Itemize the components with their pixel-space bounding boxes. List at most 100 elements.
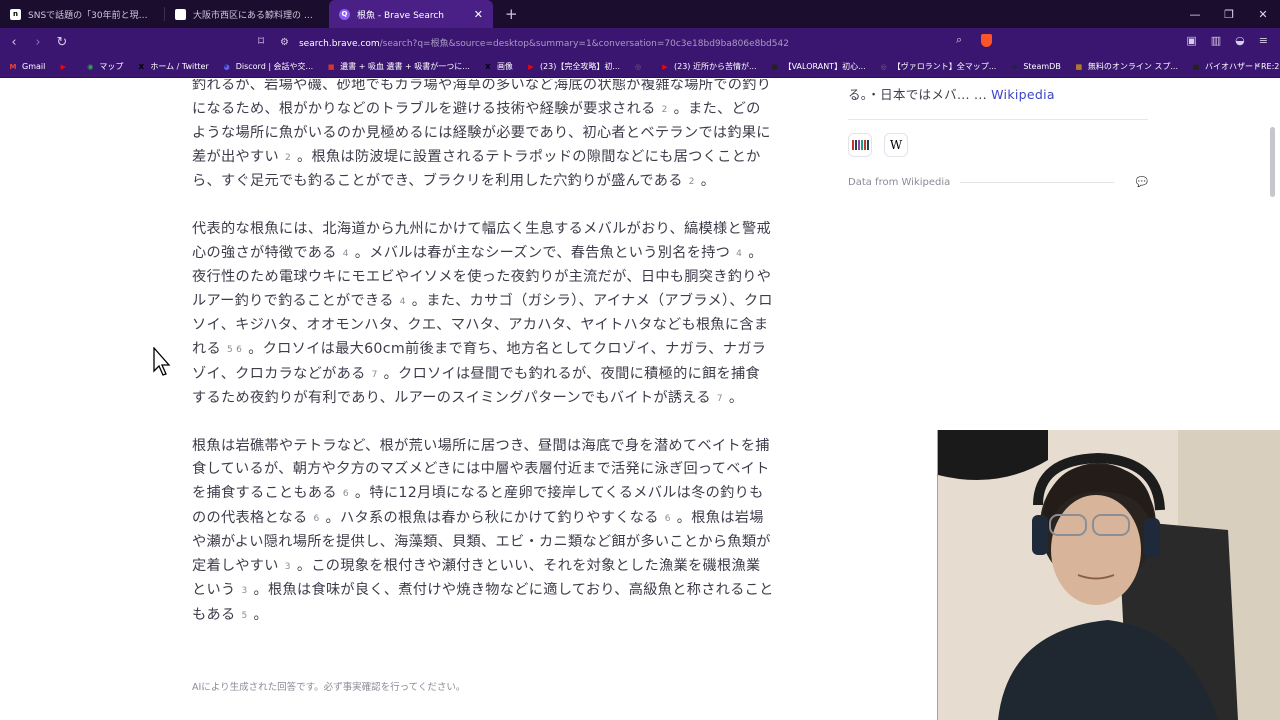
bookmark-item[interactable]: ◉ マップ [85,61,123,72]
brave-search-icon: Q [339,8,350,20]
citation-link[interactable]: 2 [689,177,695,187]
bookmark-item[interactable]: ◆ SteamDB [1009,62,1061,72]
bookmark-item[interactable]: ▶ (23)【完全攻略】初... [526,61,620,72]
address-bar[interactable]: ⚙ search.brave.com/search?q=根魚&source=de… [280,32,1000,52]
grid-icon: ▦ [1075,62,1083,71]
feedback-icon[interactable]: 💬 [1136,177,1148,188]
answer-text: 。 [728,390,744,407]
toolbar-actions: ▣ ▥ ◒ ≡ [1186,34,1268,47]
citation-link[interactable]: 6 [665,514,671,524]
reload-icon[interactable]: ↻ [52,35,72,50]
answer-text: 。ハタ系の根魚は春から秋にかけて釣りやすくなる [325,509,659,526]
youtube-icon: ▶ [528,62,534,71]
infobox-snippet: る。・日本ではメバ... ... Wikipedia [848,84,1148,103]
youtube-icon: ▶ [60,62,67,71]
answer-text: 。メバルは春が主なシーズンで、春告魚という別名を持つ [354,244,731,261]
menu-icon[interactable]: ≡ [1259,34,1268,47]
citation-link[interactable]: 7 [372,370,378,380]
url-text[interactable]: search.brave.com/search?q=根魚&source=desk… [299,36,789,49]
infobox-sidebar: る。・日本ではメバ... ... Wikipedia W Data from W… [848,79,1148,188]
bookmark-item[interactable]: X ホーム / Twitter [136,61,209,72]
ai-disclaimer: AIにより生成された回答です。必ず事実確認を行ってください。 [192,682,466,693]
sidebar-icon[interactable]: ▥ [1211,34,1221,47]
scrollbar[interactable] [1270,127,1275,197]
tab-title: 根魚 - Brave Search [357,10,445,21]
window-controls: — ❐ ✕ [1178,0,1280,28]
bookmark-item[interactable]: X 画像 [483,61,513,72]
back-icon[interactable]: ‹ [4,35,24,50]
citation-link[interactable]: 5 6 [227,345,242,355]
url-host: search.brave.com [298,38,380,49]
bookmark-label: バイオハザードRE:2 金... [1205,62,1280,71]
citation-link[interactable]: 2 [285,153,291,163]
minimize-icon[interactable]: — [1178,0,1212,28]
answer-text: 。根魚は食味が良く、煮付けや焼き物などに適しており、高級魚と称されることもある [192,582,774,623]
divider [848,119,1148,120]
bookmark-item[interactable]: ▦ 無料のオンライン スプ... [1074,61,1178,72]
tab-2[interactable]: 大阪市西区にある鯨料理の むらさき | 名 [165,0,329,28]
answer-paragraph: 代表的な根魚には、北海道から九州にかけて幅広く生息するメバルがおり、縞模様と警戒… [192,218,774,412]
bookmark-label: (23) 近所から苦情が... [674,62,757,71]
citation-link[interactable]: 4 [400,297,406,307]
steamdb-icon: ◆ [1011,62,1018,71]
forward-icon[interactable]: › [28,35,48,50]
citation-link[interactable]: 6 [343,489,349,499]
citation-link[interactable]: 4 [343,249,349,259]
source-icons: W [848,133,1148,157]
wikipedia-icon[interactable]: W [884,133,908,157]
close-window-icon[interactable]: ✕ [1246,0,1280,28]
bookmark-label: 【VALORANT】初心... [783,62,866,71]
bookmark-item[interactable]: ■ 遺書 + 吸血 遺書 + 吸書が一つに... [326,61,470,72]
answer-paragraph: 根魚は岩礁帯やテトラなど、根が荒い場所に居つき、昼間は海底で身を潜めてベイトを捕… [192,435,774,629]
tab-3-active[interactable]: Q 根魚 - Brave Search ✕ [329,0,493,28]
zoom-icon[interactable]: ⌕ [956,33,962,47]
bookmark-item[interactable]: ▶ (23) 近所から苦情が... [660,61,757,72]
new-tab-icon[interactable]: + [505,5,518,23]
bookmark-item[interactable]: ◎ 【ヴァロラント】全マップ... [879,61,997,72]
bookmark-red-icon: ■ [327,62,335,71]
bookmark-label: 画像 [496,62,513,71]
bookmark-label: 【ヴァロラント】全マップ... [892,62,997,71]
barcode-source-icon[interactable] [848,133,872,157]
bookmark-label: ホーム / Twitter [150,62,209,71]
gmail-icon: M [9,62,17,71]
bookmark-item[interactable]: ◕ Discord | 会話や交... [222,61,314,72]
bookmark-label: 遺書 + 吸血 遺書 + 吸書が一つに... [340,62,470,71]
bookmark-item[interactable]: ◎ [633,62,647,72]
bookmark-item[interactable]: ■ バイオハザードRE:2 金... [1191,61,1280,72]
restore-icon[interactable]: ❐ [1212,0,1246,28]
bookmark-label: Discord | 会話や交... [235,62,314,71]
bookmark-dark-icon: ■ [771,62,778,71]
webcam-overlay [937,430,1280,720]
site-settings-icon[interactable]: ⚙ [280,37,289,48]
bookmark-label: (23)【完全攻略】初... [539,62,620,71]
document-icon [175,8,186,20]
bookmark-item[interactable]: M Gmail [8,62,46,72]
citation-link[interactable]: 6 [313,514,319,524]
tab-1[interactable]: n SNSで話題の「30年前と現在の日本比較」 [0,0,164,28]
bookmark-item[interactable]: ▶ [58,62,72,72]
bookmark-label: Gmail [22,62,46,71]
close-tab-icon[interactable]: ✕ [474,8,483,21]
more-bookmarks-icon[interactable]: » [1254,61,1260,71]
globe-icon: ◎ [880,62,887,71]
data-from-label: Data from Wikipedia [848,177,951,188]
bookmark-label: 無料のオンライン スプ... [1087,62,1178,71]
youtube-icon: ▶ [662,62,668,71]
citation-link[interactable]: 2 [662,105,668,115]
bookmark-label: SteamDB [1023,62,1061,71]
x-icon: X [485,62,491,71]
vpn-icon[interactable]: ◒ [1235,34,1245,47]
citation-link[interactable]: 7 [717,394,723,404]
wallet-icon[interactable]: ▣ [1186,34,1196,47]
brave-shields-icon[interactable] [981,34,992,47]
bookmark-item[interactable]: ■ 【VALORANT】初心... [770,61,866,72]
wikipedia-link[interactable]: Wikipedia [991,87,1055,102]
snippet-text: る。・日本ではメバ... ... [848,87,987,102]
citation-link[interactable]: 3 [285,562,291,572]
divider-line [960,182,1114,183]
citation-link[interactable]: 4 [736,249,742,259]
citation-link[interactable]: 3 [241,586,247,596]
citation-link[interactable]: 5 [241,611,247,621]
bookmark-icon[interactable]: ⌑ [258,34,264,48]
